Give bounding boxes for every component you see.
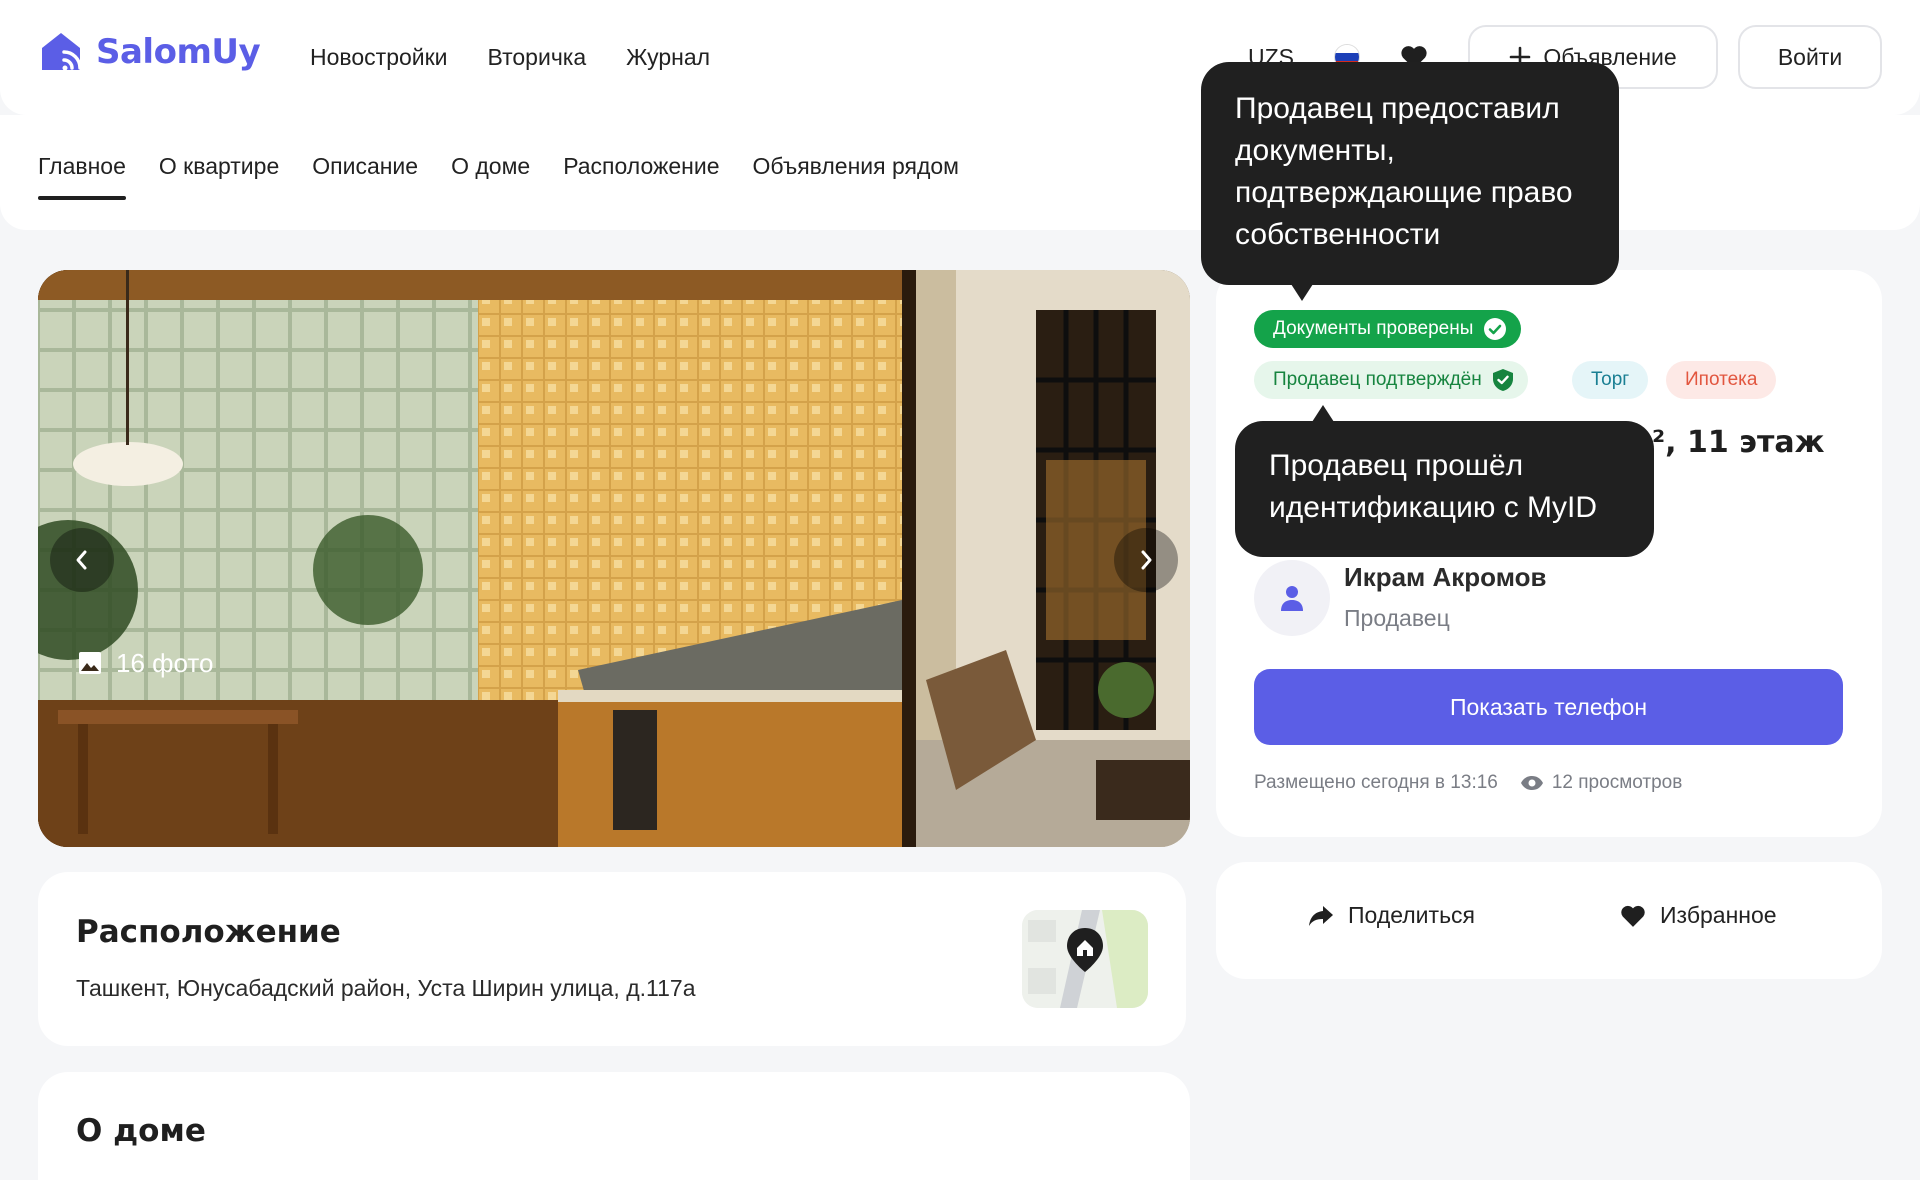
photo-gallery[interactable] xyxy=(38,270,1190,847)
photo-kitchen[interactable] xyxy=(38,270,902,847)
tab-nearby[interactable]: Объявления рядом xyxy=(753,153,959,200)
tab-apartment[interactable]: О квартире xyxy=(159,153,279,200)
nav-item-journal[interactable]: Журнал xyxy=(626,44,710,71)
heart-icon xyxy=(1621,905,1645,927)
chevron-left-icon xyxy=(76,550,87,570)
bargain-badge: Торг xyxy=(1572,361,1649,399)
login-button[interactable]: Войти xyxy=(1738,25,1882,89)
seller-verified-label: Продавец подтверждён xyxy=(1273,369,1482,390)
tab-main[interactable]: Главное xyxy=(38,153,126,200)
main-nav: Новостройки Вторичка Журнал xyxy=(310,44,710,71)
photo-count-badge[interactable]: 16 фото xyxy=(38,620,243,706)
kitchen-illustration xyxy=(38,270,902,847)
house-logo-icon xyxy=(42,33,82,71)
check-circle-icon xyxy=(1484,318,1507,340)
nav-item-new-buildings[interactable]: Новостройки xyxy=(310,44,448,71)
photo-count-label: 16 фото xyxy=(116,647,214,678)
documents-verified-badge[interactable]: Документы проверены xyxy=(1254,310,1522,348)
documents-verified-label: Документы проверены xyxy=(1273,318,1474,339)
tab-house[interactable]: О доме xyxy=(451,153,530,200)
seller-role: Продавец xyxy=(1344,605,1450,631)
show-phone-button[interactable]: Показать телефон xyxy=(1254,669,1843,745)
mortgage-badge: Ипотека xyxy=(1666,361,1777,399)
listing-meta: Размещено сегодня в 13:16 12 просмотров xyxy=(1254,772,1682,794)
location-title: Расположение xyxy=(76,914,341,950)
favorite-label: Избранное xyxy=(1660,902,1777,928)
nav-item-secondary[interactable]: Вторичка xyxy=(488,44,587,71)
gallery-next-button[interactable] xyxy=(1114,528,1178,592)
shield-check-icon xyxy=(1492,369,1513,391)
map-thumbnail[interactable] xyxy=(1022,910,1148,1008)
header: SalomUy Новостройки Вторичка Журнал UZS … xyxy=(0,0,1920,115)
views-label: 12 просмотров xyxy=(1551,772,1683,793)
posted-time: Размещено сегодня в 13:16 xyxy=(1254,772,1498,793)
views-count: 12 просмотров xyxy=(1520,772,1682,794)
listing-title-fragment: ², 11 этаж xyxy=(1652,425,1825,460)
documents-tooltip: Продавец предоставил документы, подтверж… xyxy=(1201,62,1619,301)
seller-verified-badge[interactable]: Продавец подтверждён xyxy=(1254,361,1528,399)
map-illustration xyxy=(1022,910,1148,1008)
tab-location[interactable]: Расположение xyxy=(563,153,719,200)
share-label: Поделиться xyxy=(1348,902,1476,928)
tab-description[interactable]: Описание xyxy=(312,153,418,200)
house-card: О доме xyxy=(38,1072,1190,1180)
share-arrow-icon xyxy=(1309,905,1333,926)
myid-tooltip: Продавец прошёл идентификацию с MyID xyxy=(1235,405,1654,557)
seller-name: Икрам Акромов xyxy=(1344,562,1547,592)
location-address: Ташкент, Юнусабадский район, Уста Ширин … xyxy=(76,975,696,1001)
chevron-right-icon xyxy=(1141,550,1152,570)
section-tabs: Главное О квартире Описание О доме Распо… xyxy=(0,115,1920,230)
eye-icon xyxy=(1520,776,1543,790)
user-icon xyxy=(1281,586,1303,611)
location-card: Расположение Ташкент, Юнусабадский район… xyxy=(38,872,1186,1046)
house-title: О доме xyxy=(76,1113,206,1149)
share-actions-card: Поделиться Избранное xyxy=(1216,862,1882,979)
image-icon xyxy=(79,652,101,674)
logo-text: SalomUy xyxy=(96,32,261,72)
favorite-button[interactable]: Избранное xyxy=(1620,902,1777,929)
share-button[interactable]: Поделиться xyxy=(1308,902,1475,929)
logo[interactable]: SalomUy xyxy=(38,30,261,74)
gallery-prev-button[interactable] xyxy=(50,528,114,592)
avatar[interactable] xyxy=(1254,560,1330,636)
